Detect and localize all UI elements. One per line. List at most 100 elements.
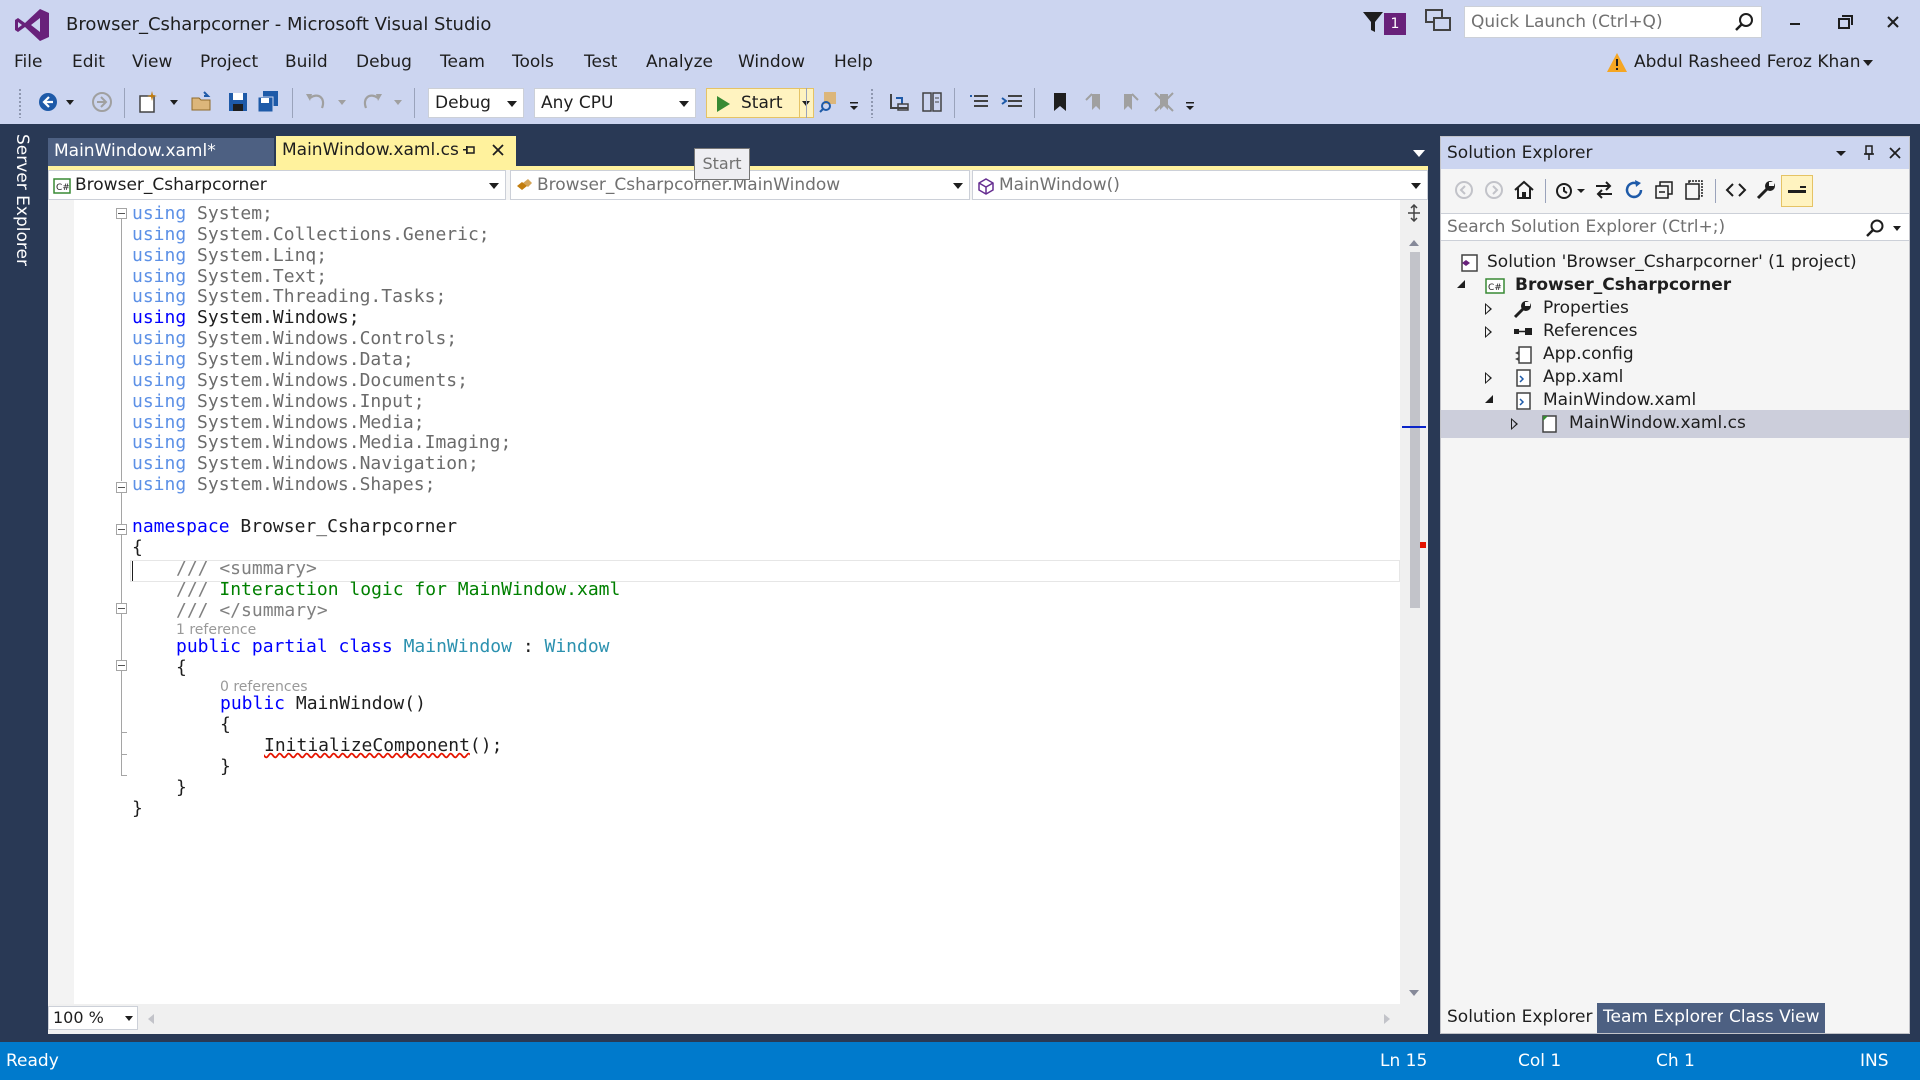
navigate-forward-icon[interactable] [90, 90, 114, 114]
undo-dropdown-icon[interactable] [336, 90, 348, 114]
restore-button[interactable] [1822, 8, 1868, 38]
menu-tools[interactable]: Tools [512, 52, 554, 72]
properties-wrench-icon[interactable] [1755, 179, 1777, 201]
scroll-right-icon[interactable] [1384, 1014, 1390, 1024]
collapsed-arrow-icon[interactable] [1485, 326, 1492, 338]
refresh-icon[interactable] [1623, 179, 1645, 201]
collapsed-arrow-icon[interactable] [1511, 418, 1518, 430]
menu-edit[interactable]: Edit [72, 52, 105, 72]
code-text-area[interactable]: using System; using System.Collections.G… [48, 200, 1400, 1004]
close-icon[interactable] [1887, 145, 1903, 161]
tab-team-explorer[interactable]: Team Explorer [1597, 1003, 1731, 1033]
menu-analyze[interactable]: Analyze [646, 52, 713, 72]
next-bookmark-icon[interactable] [1116, 90, 1140, 114]
notifications-button[interactable]: 1 [1362, 10, 1410, 36]
scroll-down-icon[interactable] [1409, 990, 1419, 996]
pending-changes-filter-icon[interactable] [1553, 179, 1575, 201]
menu-team[interactable]: Team [440, 52, 485, 72]
collapse-comment-icon[interactable] [116, 524, 127, 535]
previous-bookmark-icon[interactable] [1084, 90, 1108, 114]
collapsed-arrow-icon[interactable] [1485, 303, 1492, 315]
search-options-dropdown-icon[interactable] [1893, 226, 1901, 231]
start-debugging-button[interactable]: Start [706, 88, 800, 118]
expanded-arrow-icon[interactable] [1485, 395, 1493, 403]
quick-launch-box[interactable] [1464, 6, 1762, 38]
tab-class-view[interactable]: Class View [1723, 1003, 1826, 1033]
clear-bookmarks-icon[interactable] [1152, 90, 1176, 114]
collapse-all-icon[interactable] [1653, 179, 1675, 201]
feedback-icon[interactable] [1424, 8, 1452, 34]
solution-configuration-select[interactable]: Debug [428, 88, 524, 118]
show-all-files-icon[interactable] [1683, 179, 1705, 201]
menu-help[interactable]: Help [834, 52, 873, 72]
scroll-up-icon[interactable] [1409, 240, 1419, 246]
document-tab-mainwindow-xaml[interactable]: MainWindow.xaml* [48, 138, 274, 166]
back-icon[interactable] [1453, 179, 1475, 201]
collapse-namespace-icon[interactable] [116, 482, 127, 493]
solution-explorer-search-input[interactable] [1447, 216, 1847, 238]
text-editor-icon[interactable] [920, 90, 944, 114]
error-marker[interactable] [1420, 542, 1426, 548]
start-dropdown-button[interactable] [800, 88, 814, 118]
view-code-icon[interactable] [1725, 179, 1747, 201]
toolbar-grip[interactable] [870, 88, 874, 118]
project-dropdown[interactable]: C# Browser_Csharpcorner [48, 170, 506, 200]
collapsed-arrow-icon[interactable] [1485, 372, 1492, 384]
open-file-icon[interactable] [190, 90, 214, 114]
tree-item-mainwindow-xaml-cs[interactable]: MainWindow.xaml.cs [1441, 410, 1909, 438]
bookmark-icon[interactable] [1048, 90, 1072, 114]
pin-icon[interactable] [462, 144, 476, 158]
navigate-back-icon[interactable] [36, 90, 60, 114]
scrollbar-thumb[interactable] [1410, 252, 1420, 608]
tab-list-dropdown-icon[interactable] [1412, 148, 1426, 158]
comment-lines-icon[interactable] [968, 90, 992, 114]
sync-with-document-icon[interactable] [1593, 179, 1615, 201]
member-dropdown[interactable]: MainWindow() [972, 170, 1428, 200]
filter-dropdown-icon[interactable] [1575, 179, 1587, 201]
close-window-button[interactable] [1870, 8, 1916, 38]
search-icon[interactable] [1865, 218, 1885, 238]
scroll-left-icon[interactable] [148, 1014, 154, 1024]
document-tab-mainwindow-xaml-cs[interactable]: MainWindow.xaml.cs [276, 136, 516, 166]
code-editor[interactable]: using System; using System.Collections.G… [48, 200, 1428, 1004]
server-explorer-tab[interactable]: Server Explorer [12, 134, 32, 266]
toolbar-grip[interactable] [18, 88, 22, 118]
vertical-scrollbar[interactable] [1400, 200, 1428, 1004]
menu-test[interactable]: Test [584, 52, 617, 72]
quick-launch-input[interactable] [1471, 9, 1721, 35]
menu-window[interactable]: Window [738, 52, 805, 72]
forward-icon[interactable] [1483, 179, 1505, 201]
menu-build[interactable]: Build [285, 52, 328, 72]
redo-icon[interactable] [360, 90, 384, 114]
window-position-dropdown-icon[interactable] [1833, 145, 1849, 161]
menu-project[interactable]: Project [200, 52, 258, 72]
menu-view[interactable]: View [132, 52, 172, 72]
uncomment-lines-icon[interactable] [1000, 90, 1024, 114]
search-icon[interactable] [1733, 11, 1755, 33]
step-into-icon[interactable] [888, 90, 912, 114]
new-dropdown-icon[interactable] [168, 90, 180, 114]
pin-icon[interactable] [1861, 145, 1877, 161]
preview-selected-items-toggle[interactable] [1781, 175, 1813, 207]
back-dropdown-icon[interactable] [64, 90, 76, 114]
collapse-usings-icon[interactable] [116, 208, 127, 219]
split-window-icon[interactable] [1406, 204, 1422, 222]
minimize-button[interactable] [1772, 8, 1818, 38]
toolbar-overflow-icon[interactable] [848, 90, 860, 114]
expanded-arrow-icon[interactable] [1457, 280, 1465, 288]
find-in-files-icon[interactable] [818, 90, 842, 114]
home-icon[interactable] [1513, 179, 1535, 201]
save-all-icon[interactable] [256, 90, 280, 114]
undo-icon[interactable] [304, 90, 328, 114]
menu-file[interactable]: File [14, 52, 42, 72]
collapse-method-icon[interactable] [116, 660, 127, 671]
zoom-level-select[interactable]: 100 % [48, 1006, 138, 1030]
save-icon[interactable] [226, 90, 250, 114]
toolbar-overflow-icon[interactable] [1184, 90, 1196, 114]
redo-dropdown-icon[interactable] [392, 90, 404, 114]
new-project-icon[interactable] [136, 90, 160, 114]
tab-solution-explorer[interactable]: Solution Explorer [1441, 1003, 1599, 1033]
solution-platform-select[interactable]: Any CPU [534, 88, 696, 118]
close-icon[interactable] [490, 142, 506, 158]
menu-debug[interactable]: Debug [356, 52, 412, 72]
